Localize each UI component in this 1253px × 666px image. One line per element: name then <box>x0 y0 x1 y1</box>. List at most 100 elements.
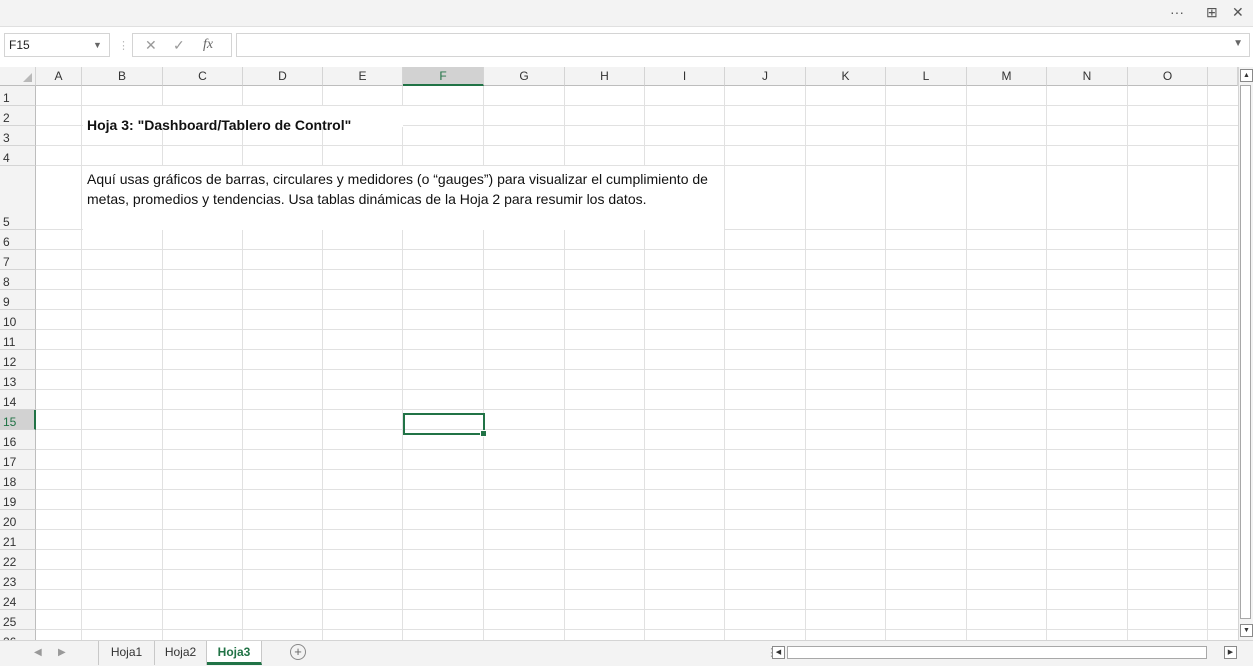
column-gridline <box>1127 86 1128 640</box>
row-header-4[interactable]: 4 <box>0 146 36 166</box>
row-number: 6 <box>3 235 10 249</box>
ribbon-display-icon[interactable]: ⊞ <box>1206 4 1218 20</box>
row-header-19[interactable]: 19 <box>0 490 36 510</box>
row-header-1[interactable]: 1 <box>0 86 36 106</box>
column-header-b[interactable]: B <box>82 67 163 86</box>
row-gridline <box>36 609 1238 610</box>
scroll-right-icon[interactable]: ▶ <box>1224 646 1237 659</box>
add-sheet-icon[interactable]: + <box>290 644 306 660</box>
row-header-23[interactable]: 23 <box>0 570 36 590</box>
column-header-o[interactable]: O <box>1128 67 1208 86</box>
row-header-6[interactable]: 6 <box>0 230 36 250</box>
row-header-12[interactable]: 12 <box>0 350 36 370</box>
column-header-a[interactable]: A <box>36 67 82 86</box>
row-header-5[interactable]: 5 <box>0 166 36 230</box>
chevron-down-icon[interactable]: ▼ <box>93 34 102 56</box>
previous-sheet-icon[interactable]: ◀ <box>34 647 42 658</box>
row-number: 8 <box>3 275 10 289</box>
row-header-26[interactable]: 26 <box>0 630 36 640</box>
close-icon[interactable]: ✕ <box>1232 4 1244 20</box>
row-number: 1 <box>3 91 10 105</box>
row-header-16[interactable]: 16 <box>0 430 36 450</box>
row-gridline <box>36 589 1238 590</box>
cancel-icon[interactable]: ✕ <box>145 37 157 54</box>
row-gridline <box>36 629 1238 630</box>
row-header-13[interactable]: 13 <box>0 370 36 390</box>
column-gridline <box>805 86 806 640</box>
select-all-button[interactable] <box>0 67 36 86</box>
vertical-scroll-thumb[interactable] <box>1240 85 1251 619</box>
column-header-d[interactable]: D <box>243 67 323 86</box>
tab-hoja3[interactable]: Hoja3 <box>207 641 262 665</box>
more-options-icon[interactable]: ··· <box>1170 4 1184 20</box>
fill-handle[interactable] <box>480 430 487 437</box>
scroll-up-icon[interactable]: ▲ <box>1240 69 1253 82</box>
row-gridline <box>36 569 1238 570</box>
column-gridline <box>966 86 967 640</box>
row-header-8[interactable]: 8 <box>0 270 36 290</box>
name-box-value: F15 <box>9 38 30 52</box>
enter-icon[interactable]: ✓ <box>173 37 185 54</box>
next-sheet-icon[interactable]: ▶ <box>58 647 66 658</box>
insert-function-icon[interactable]: fx <box>203 37 213 53</box>
row-number: 23 <box>3 575 17 589</box>
row-number: 3 <box>3 131 10 145</box>
row-header-24[interactable]: 24 <box>0 590 36 610</box>
row-header-25[interactable]: 25 <box>0 610 36 630</box>
column-gridline <box>1046 86 1047 640</box>
row-number: 4 <box>3 151 10 165</box>
row-number: 5 <box>3 215 10 229</box>
column-header-e[interactable]: E <box>323 67 403 86</box>
row-header-14[interactable]: 14 <box>0 390 36 410</box>
row-number: 15 <box>3 415 17 429</box>
row-header-17[interactable]: 17 <box>0 450 36 470</box>
name-box[interactable]: F15 ▼ <box>4 33 110 57</box>
worksheet-grid[interactable]: ABCDEFGHIJKLMNO 1 2 3 4 5 6 7 8 9 10 11 12 13 14 15 16 1… <box>0 67 1238 640</box>
column-header-n[interactable]: N <box>1047 67 1128 86</box>
expand-formula-icon[interactable]: ▼ <box>1233 38 1243 49</box>
row-number: 12 <box>3 355 17 369</box>
tab-hoja1[interactable]: Hoja1 <box>99 641 155 665</box>
row-header-10[interactable]: 10 <box>0 310 36 330</box>
row-header-7[interactable]: 7 <box>0 250 36 270</box>
active-cell-f15[interactable] <box>403 413 487 437</box>
row-number: 9 <box>3 295 10 309</box>
column-header-c[interactable]: C <box>163 67 243 86</box>
formula-buttons: ✕ ✓ fx <box>132 33 232 57</box>
window-title-bar: ··· ⊞ ✕ <box>0 0 1253 27</box>
drag-handle-icon[interactable]: ⋮ <box>118 39 129 52</box>
row-header-9[interactable]: 9 <box>0 290 36 310</box>
row-number: 24 <box>3 595 17 609</box>
scroll-left-icon[interactable]: ◀ <box>772 646 785 659</box>
row-gridline <box>36 249 1238 250</box>
horizontal-scrollbar[interactable]: ◀ ▶ <box>772 646 1238 659</box>
row-header-11[interactable]: 11 <box>0 330 36 350</box>
column-header-g[interactable]: G <box>484 67 565 86</box>
tab-hoja2[interactable]: Hoja2 <box>155 641 207 665</box>
column-header-partial[interactable] <box>1208 67 1238 86</box>
row-header-18[interactable]: 18 <box>0 470 36 490</box>
row-header-22[interactable]: 22 <box>0 550 36 570</box>
vertical-scrollbar[interactable]: ▲ ▼ <box>1238 67 1253 640</box>
row-header-2[interactable]: 2 <box>0 106 36 126</box>
row-header-21[interactable]: 21 <box>0 530 36 550</box>
column-header-j[interactable]: J <box>725 67 806 86</box>
row-header-15[interactable]: 15 <box>0 410 36 430</box>
cell-b2-title[interactable]: Hoja 3: "Dashboard/Tablero de Control" <box>87 117 351 133</box>
column-header-h[interactable]: H <box>565 67 645 86</box>
row-gridline <box>36 369 1238 370</box>
row-number: 22 <box>3 555 17 569</box>
column-header-f[interactable]: F <box>403 67 484 86</box>
row-gridline <box>36 269 1238 270</box>
row-gridline <box>36 429 1238 430</box>
column-header-k[interactable]: K <box>806 67 886 86</box>
horizontal-scroll-thumb[interactable] <box>787 646 1207 659</box>
row-header-20[interactable]: 20 <box>0 510 36 530</box>
column-header-m[interactable]: M <box>967 67 1047 86</box>
formula-input[interactable]: ▼ <box>236 33 1250 57</box>
column-header-l[interactable]: L <box>886 67 967 86</box>
cell-b5-description[interactable]: Aquí usas gráficos de barras, circulares… <box>87 169 727 209</box>
column-header-i[interactable]: I <box>645 67 725 86</box>
row-header-3[interactable]: 3 <box>0 126 36 146</box>
scroll-down-icon[interactable]: ▼ <box>1240 624 1253 637</box>
